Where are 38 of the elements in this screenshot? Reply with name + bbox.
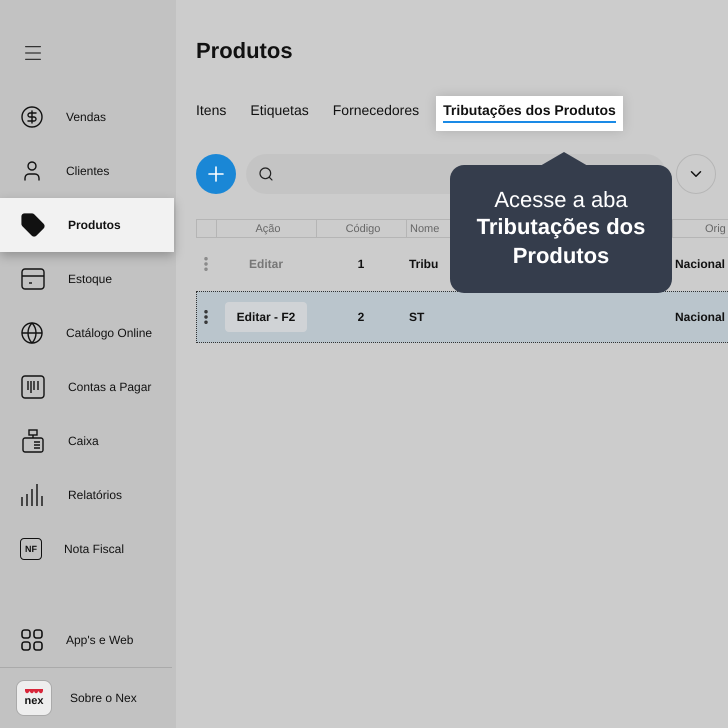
box-icon bbox=[20, 266, 46, 292]
dollar-icon bbox=[20, 105, 44, 129]
sidebar-item[interactable]: Vendas bbox=[0, 90, 174, 144]
table-cell-text: 1 bbox=[356, 257, 366, 271]
sidebar-item[interactable]: Caixa bbox=[0, 414, 174, 468]
logo-icon: nex bbox=[16, 680, 52, 716]
page-title: Produtos bbox=[196, 38, 294, 65]
sidebar-item[interactable]: Relatórios bbox=[0, 468, 174, 522]
tab[interactable]: Itens bbox=[196, 96, 234, 131]
sidebar-item[interactable]: NF Nota Fiscal bbox=[0, 522, 174, 576]
barcode-icon bbox=[20, 374, 46, 400]
table-cell-text: Tribu bbox=[408, 257, 440, 271]
column-header: Código bbox=[316, 220, 406, 237]
tab[interactable]: Tributações dos Produtos bbox=[436, 96, 623, 131]
sidebar-item[interactable]: Contas a Pagar bbox=[0, 360, 174, 414]
sidebar-item[interactable]: Clientes bbox=[0, 144, 174, 198]
table-cell-text: ST bbox=[408, 310, 426, 324]
sidebar-item[interactable]: nex Sobre o Nex bbox=[0, 668, 174, 728]
globe-icon bbox=[20, 321, 44, 345]
search-icon bbox=[258, 166, 274, 182]
grid-icon bbox=[20, 628, 44, 652]
edit-button[interactable]: Editar - F2 bbox=[224, 302, 308, 332]
table-cell-text: Nacional bbox=[674, 257, 726, 271]
dropdown-button[interactable] bbox=[676, 154, 716, 194]
sidebar-item[interactable]: Catálogo Online bbox=[0, 306, 174, 360]
sidebar-item[interactable]: Produtos bbox=[0, 198, 174, 252]
tab[interactable]: Etiquetas bbox=[243, 96, 316, 131]
tab[interactable]: Fornecedores bbox=[326, 96, 426, 131]
cash-register-icon bbox=[20, 428, 46, 454]
column-header: Ação bbox=[216, 220, 316, 237]
nf-icon: NF bbox=[20, 538, 42, 560]
tag-icon bbox=[20, 212, 46, 238]
sidebar-item[interactable]: Estoque bbox=[0, 252, 174, 306]
add-button[interactable] bbox=[196, 154, 236, 194]
table-cell-text: 2 bbox=[356, 310, 366, 324]
tooltip-text: Acesse a aba bbox=[494, 187, 628, 214]
sidebar-item[interactable]: App's e Web bbox=[0, 613, 174, 667]
table-cell-text: Nacional bbox=[674, 310, 726, 324]
